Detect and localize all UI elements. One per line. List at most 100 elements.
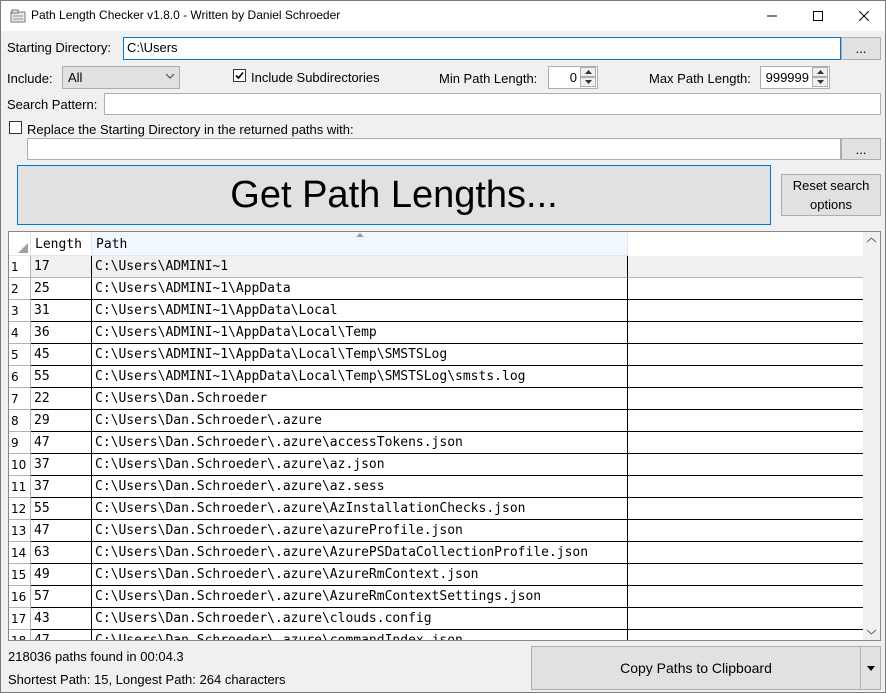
length-cell[interactable]: 31	[31, 300, 92, 322]
length-cell[interactable]: 29	[31, 410, 92, 432]
path-cell[interactable]: C:\Users\Dan.Schroeder\.azure\azureProfi…	[92, 520, 628, 542]
row-header[interactable]: 10	[9, 454, 31, 476]
path-cell[interactable]: C:\Users\Dan.Schroeder\.azure\AzInstalla…	[92, 498, 628, 520]
replace-browse-button[interactable]: ...	[841, 138, 881, 160]
path-cell[interactable]: C:\Users\Dan.Schroeder\.azure\commandInd…	[92, 630, 628, 640]
row-header[interactable]: 8	[9, 410, 31, 432]
length-cell[interactable]: 45	[31, 344, 92, 366]
reset-search-options-button[interactable]: Reset search options	[781, 174, 881, 216]
length-cell[interactable]: 63	[31, 542, 92, 564]
min-path-down-button[interactable]	[580, 77, 596, 87]
column-header-path[interactable]: Path	[92, 232, 628, 256]
path-cell[interactable]: C:\Users\ADMINI~1\AppData\Local\Temp\SMS…	[92, 344, 628, 366]
row-header[interactable]: 13	[9, 520, 31, 542]
max-path-up-button[interactable]	[812, 67, 828, 77]
replace-directory-input[interactable]	[27, 138, 841, 160]
table-row[interactable]: 2 25 C:\Users\ADMINI~1\AppData	[9, 278, 864, 300]
row-header[interactable]: 1	[9, 256, 31, 278]
row-header[interactable]: 18	[9, 630, 31, 640]
table-row[interactable]: 17 43 C:\Users\Dan.Schroeder\.azure\clouds…	[9, 608, 864, 630]
path-cell[interactable]: C:\Users\ADMINI~1\AppData\Local	[92, 300, 628, 322]
path-cell[interactable]: C:\Users\Dan.Schroeder\.azure\az.json	[92, 454, 628, 476]
row-header[interactable]: 2	[9, 278, 31, 300]
table-row[interactable]: 1 17 C:\Users\ADMINI~1	[9, 256, 864, 278]
column-header-length[interactable]: Length	[31, 232, 92, 256]
length-cell[interactable]: 47	[31, 432, 92, 454]
table-row[interactable]: 4 36 C:\Users\ADMINI~1\AppData\Local\Temp	[9, 322, 864, 344]
length-cell[interactable]: 22	[31, 388, 92, 410]
min-path-length-spinner[interactable]: 0	[548, 66, 598, 89]
length-cell[interactable]: 55	[31, 498, 92, 520]
select-all-corner[interactable]	[9, 232, 31, 256]
row-header[interactable]: 6	[9, 366, 31, 388]
table-row[interactable]: 16 57 C:\Users\Dan.Schroeder\.azure\AzureR…	[9, 586, 864, 608]
length-cell[interactable]: 36	[31, 322, 92, 344]
path-cell[interactable]: C:\Users\Dan.Schroeder\.azure\clouds.con…	[92, 608, 628, 630]
title-bar[interactable]: Path Length Checker v1.8.0 - Written by …	[1, 1, 885, 31]
row-header[interactable]: 15	[9, 564, 31, 586]
table-row[interactable]: 9 47 C:\Users\Dan.Schroeder\.azure\accessT…	[9, 432, 864, 454]
table-row[interactable]: 6 55 C:\Users\ADMINI~1\AppData\Local\Temp\…	[9, 366, 864, 388]
table-row[interactable]: 8 29 C:\Users\Dan.Schroeder\.azure	[9, 410, 864, 432]
row-header[interactable]: 9	[9, 432, 31, 454]
length-cell[interactable]: 49	[31, 564, 92, 586]
length-cell[interactable]: 37	[31, 454, 92, 476]
length-cell[interactable]: 25	[31, 278, 92, 300]
max-path-length-spinner[interactable]: 999999	[760, 66, 830, 89]
table-row[interactable]: 11 37 C:\Users\Dan.Schroeder\.azure\az.ses…	[9, 476, 864, 498]
maximize-button[interactable]	[795, 1, 841, 31]
length-cell[interactable]: 57	[31, 586, 92, 608]
table-row[interactable]: 15 49 C:\Users\Dan.Schroeder\.azure\AzureR…	[9, 564, 864, 586]
min-path-up-button[interactable]	[580, 67, 596, 77]
search-pattern-input[interactable]	[104, 93, 881, 115]
table-row[interactable]: 14 63 C:\Users\Dan.Schroeder\.azure\AzureP…	[9, 542, 864, 564]
row-header[interactable]: 17	[9, 608, 31, 630]
table-row[interactable]: 13 47 C:\Users\Dan.Schroeder\.azure\azureP…	[9, 520, 864, 542]
table-row[interactable]: 5 45 C:\Users\ADMINI~1\AppData\Local\Temp\…	[9, 344, 864, 366]
browse-directory-button[interactable]: ...	[841, 37, 881, 60]
path-cell[interactable]: C:\Users\ADMINI~1\AppData\Local\Temp	[92, 322, 628, 344]
copy-options-dropdown[interactable]	[860, 646, 881, 690]
row-header[interactable]: 5	[9, 344, 31, 366]
path-cell[interactable]: C:\Users\ADMINI~1\AppData	[92, 278, 628, 300]
row-header[interactable]: 16	[9, 586, 31, 608]
length-cell[interactable]: 43	[31, 608, 92, 630]
max-path-down-button[interactable]	[812, 77, 828, 87]
copy-paths-button[interactable]: Copy Paths to Clipboard	[531, 646, 861, 690]
length-cell[interactable]: 47	[31, 520, 92, 542]
row-header[interactable]: 12	[9, 498, 31, 520]
minimize-button[interactable]	[749, 1, 795, 31]
length-cell[interactable]: 37	[31, 476, 92, 498]
path-cell[interactable]: C:\Users\Dan.Schroeder\.azure\AzureRmCon…	[92, 564, 628, 586]
scroll-down-icon[interactable]	[863, 623, 880, 640]
row-header[interactable]: 4	[9, 322, 31, 344]
include-subdirectories-checkbox[interactable]	[233, 69, 246, 82]
row-header[interactable]: 7	[9, 388, 31, 410]
close-button[interactable]	[841, 1, 886, 31]
scroll-up-icon[interactable]	[863, 232, 880, 249]
include-dropdown[interactable]: All	[62, 66, 180, 89]
path-cell[interactable]: C:\Users\ADMINI~1\AppData\Local\Temp\SMS…	[92, 366, 628, 388]
path-cell[interactable]: C:\Users\ADMINI~1	[92, 256, 628, 278]
row-header[interactable]: 14	[9, 542, 31, 564]
path-cell[interactable]: C:\Users\Dan.Schroeder\.azure\AzureRmCon…	[92, 586, 628, 608]
starting-directory-input[interactable]: C:\Users	[123, 37, 841, 60]
results-grid[interactable]: Length Path 1 17 C:\Users\ADMINI~1 2 25 C:\Us…	[8, 231, 881, 641]
length-cell[interactable]: 55	[31, 366, 92, 388]
table-row[interactable]: 7 22 C:\Users\Dan.Schroeder	[9, 388, 864, 410]
table-row[interactable]: 10 37 C:\Users\Dan.Schroeder\.azure\az.jso…	[9, 454, 864, 476]
grid-vertical-scrollbar[interactable]	[863, 232, 880, 640]
row-header[interactable]: 3	[9, 300, 31, 322]
length-cell[interactable]: 47	[31, 630, 92, 640]
table-row[interactable]: 3 31 C:\Users\ADMINI~1\AppData\Local	[9, 300, 864, 322]
row-header[interactable]: 11	[9, 476, 31, 498]
path-cell[interactable]: C:\Users\Dan.Schroeder\.azure\accessToke…	[92, 432, 628, 454]
table-row[interactable]: 12 55 C:\Users\Dan.Schroeder\.azure\AzInst…	[9, 498, 864, 520]
length-cell[interactable]: 17	[31, 256, 92, 278]
path-cell[interactable]: C:\Users\Dan.Schroeder\.azure\AzurePSDat…	[92, 542, 628, 564]
get-path-lengths-button[interactable]: Get Path Lengths...	[17, 165, 771, 225]
table-row[interactable]: 18 47 C:\Users\Dan.Schroeder\.azure\comman…	[9, 630, 864, 640]
path-cell[interactable]: C:\Users\Dan.Schroeder	[92, 388, 628, 410]
replace-directory-checkbox[interactable]	[9, 121, 22, 134]
path-cell[interactable]: C:\Users\Dan.Schroeder\.azure	[92, 410, 628, 432]
